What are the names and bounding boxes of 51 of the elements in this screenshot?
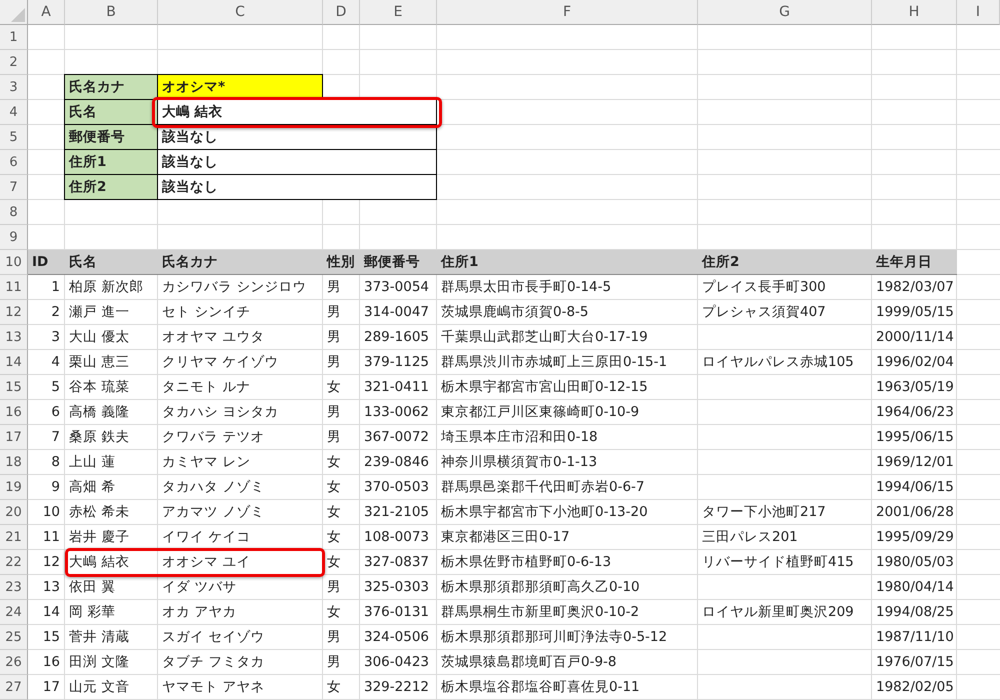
row-header[interactable]: 17 (0, 425, 28, 450)
row-header[interactable]: 5 (0, 125, 28, 150)
row-header[interactable]: 25 (0, 625, 28, 650)
row-header[interactable]: 4 (0, 100, 28, 125)
column-header[interactable]: G (698, 0, 872, 25)
column-heading: 生年月日 (872, 250, 957, 275)
column-header[interactable]: A (28, 0, 65, 25)
row-header[interactable]: 20 (0, 500, 28, 525)
row-header[interactable]: 23 (0, 575, 28, 600)
row-header[interactable]: 9 (0, 225, 28, 250)
form-label: 住所2 (64, 174, 158, 200)
column-heading: 郵便番号 (360, 250, 437, 275)
form-label: 氏名カナ (64, 74, 158, 100)
column-heading: 住所2 (698, 250, 872, 275)
row-header[interactable]: 2 (0, 50, 28, 75)
row-header[interactable]: 16 (0, 400, 28, 425)
row-header[interactable]: 12 (0, 300, 28, 325)
form-label: 郵便番号 (64, 124, 158, 150)
row-header[interactable]: 14 (0, 350, 28, 375)
column-header[interactable]: H (872, 0, 957, 25)
row-header[interactable]: 11 (0, 275, 28, 300)
row-header[interactable]: 10 (0, 250, 28, 275)
row-header[interactable]: 22 (0, 550, 28, 575)
row-header[interactable]: 13 (0, 325, 28, 350)
row-header[interactable]: 27 (0, 675, 28, 700)
column-heading: 住所1 (437, 250, 698, 275)
form-label: 氏名 (64, 99, 158, 125)
row-header[interactable]: 6 (0, 150, 28, 175)
row-header[interactable]: 26 (0, 650, 28, 675)
column-header[interactable]: C (158, 0, 323, 25)
row-header[interactable]: 15 (0, 375, 28, 400)
row-header[interactable]: 1 (0, 25, 28, 50)
column-heading: 性別 (323, 250, 360, 275)
row-header[interactable]: 19 (0, 475, 28, 500)
result-cell: 該当なし (157, 174, 437, 200)
column-heading: ID (28, 250, 65, 275)
select-all-icon[interactable] (11, 8, 25, 22)
column-header[interactable]: F (437, 0, 698, 25)
row-header[interactable]: 7 (0, 175, 28, 200)
column-header[interactable]: B (65, 0, 158, 25)
row-header[interactable]: 3 (0, 75, 28, 100)
row-header[interactable]: 8 (0, 200, 28, 225)
column-header[interactable]: I (957, 0, 1000, 25)
row-header[interactable]: 18 (0, 450, 28, 475)
column-header[interactable]: E (360, 0, 437, 25)
column-header[interactable]: D (323, 0, 360, 25)
column-heading: 氏名 (65, 250, 158, 275)
row-header[interactable]: 21 (0, 525, 28, 550)
column-heading: 氏名カナ (158, 250, 323, 275)
row-header[interactable]: 24 (0, 600, 28, 625)
form-label: 住所1 (64, 149, 158, 175)
